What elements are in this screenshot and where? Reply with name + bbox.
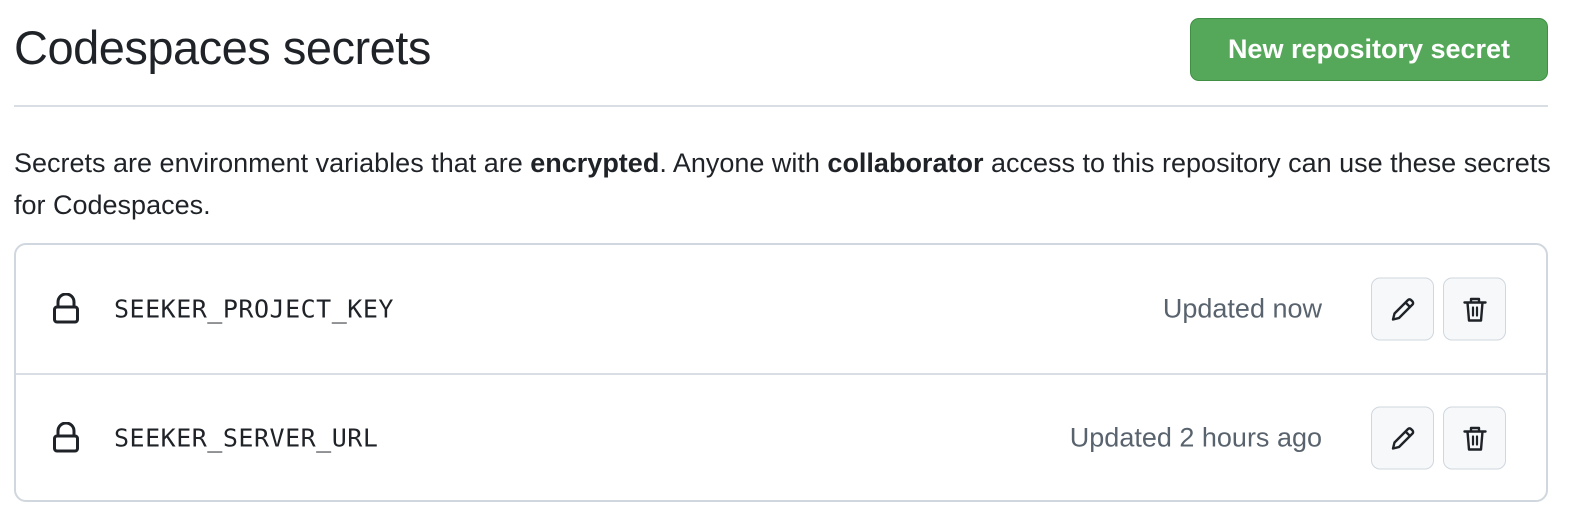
edit-secret-button[interactable] bbox=[1371, 406, 1434, 470]
secrets-list: SEEKER_PROJECT_KEY Updated now SEEKER_SE… bbox=[14, 243, 1548, 502]
page-header: Codespaces secrets New repository secret bbox=[14, 0, 1548, 107]
delete-secret-button[interactable] bbox=[1443, 277, 1506, 341]
secret-row: SEEKER_SERVER_URL Updated 2 hours ago bbox=[16, 373, 1546, 500]
description-bold-collaborator: collaborator bbox=[827, 148, 984, 178]
pencil-icon bbox=[1391, 426, 1414, 450]
new-repository-secret-button[interactable]: New repository secret bbox=[1190, 18, 1548, 81]
secrets-description: Secrets are environment variables that a… bbox=[14, 142, 1554, 226]
secret-name: SEEKER_SERVER_URL bbox=[114, 423, 379, 453]
secret-name: SEEKER_PROJECT_KEY bbox=[114, 294, 394, 324]
trash-icon bbox=[1462, 426, 1487, 451]
description-text-1: Secrets are environment variables that a… bbox=[14, 148, 531, 178]
lock-icon bbox=[53, 422, 79, 453]
description-text-2: . Anyone with bbox=[659, 148, 828, 178]
secret-updated-time: Updated 2 hours ago bbox=[1069, 422, 1322, 453]
trash-icon bbox=[1462, 297, 1487, 322]
codespaces-secrets-page: Codespaces secrets New repository secret… bbox=[0, 0, 1570, 524]
pencil-icon bbox=[1391, 297, 1414, 321]
description-bold-encrypted: encrypted bbox=[530, 148, 660, 178]
page-title: Codespaces secrets bbox=[14, 21, 431, 74]
lock-icon bbox=[53, 293, 79, 324]
delete-secret-button[interactable] bbox=[1443, 406, 1506, 470]
secret-updated-time: Updated now bbox=[1162, 293, 1322, 324]
secret-row: SEEKER_PROJECT_KEY Updated now bbox=[16, 245, 1546, 373]
edit-secret-button[interactable] bbox=[1371, 277, 1434, 341]
